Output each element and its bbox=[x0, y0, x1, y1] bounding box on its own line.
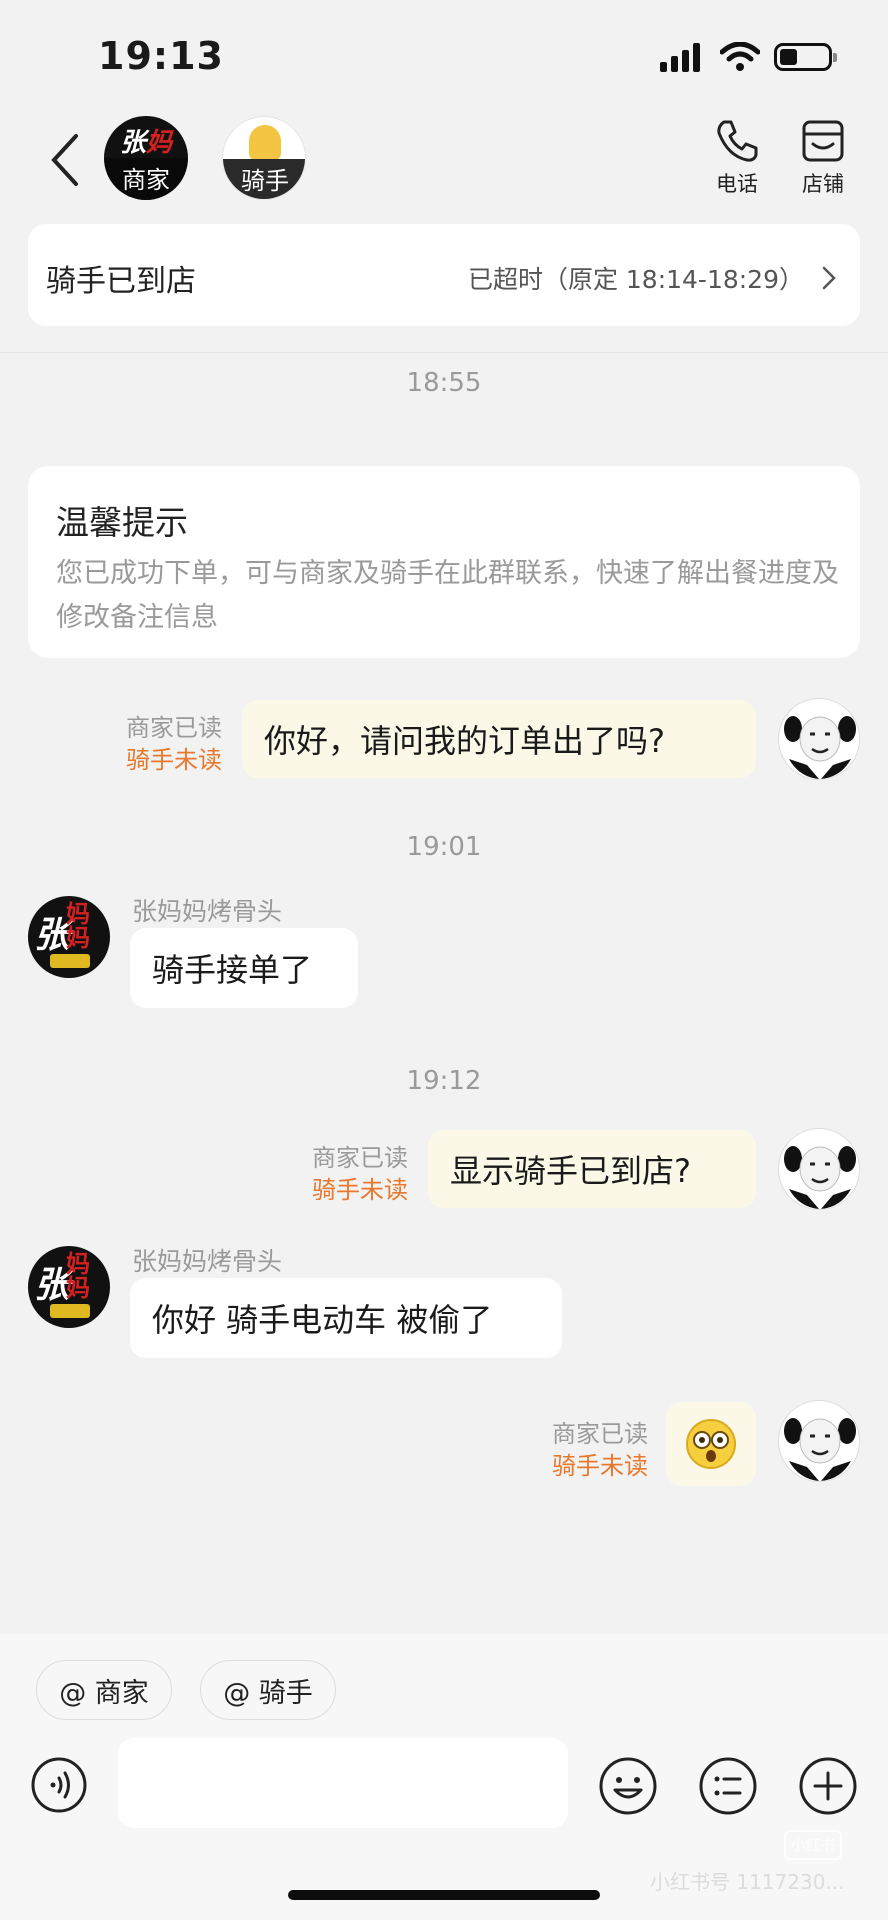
outgoing-message-bubble[interactable]: 你好，请问我的订单出了吗? bbox=[242, 700, 756, 778]
rider-helmet-icon bbox=[249, 125, 281, 161]
message-input[interactable] bbox=[118, 1738, 568, 1828]
merchant-read-status: 商家已读 bbox=[312, 1144, 408, 1172]
message-timestamp: 18:55 bbox=[406, 368, 482, 398]
home-indicator[interactable] bbox=[288, 1890, 600, 1900]
more-button[interactable] bbox=[798, 1756, 858, 1816]
status-time: 19:13 bbox=[98, 34, 224, 78]
store-icon bbox=[802, 120, 844, 162]
back-button[interactable] bbox=[46, 130, 86, 190]
merchant-read-status: 商家已读 bbox=[552, 1420, 648, 1448]
cellular-signal-icon bbox=[660, 43, 700, 72]
phone-button[interactable]: 电话 bbox=[704, 118, 770, 198]
voice-icon bbox=[31, 1757, 87, 1813]
wifi-icon bbox=[720, 42, 760, 71]
merchant-logo-accent: 妈妈 bbox=[66, 1249, 90, 1302]
merchant-avatar[interactable]: 张 妈妈 bbox=[28, 896, 110, 978]
message-text: 你好，请问我的订单出了吗? bbox=[264, 722, 665, 760]
watermark-id: 小红书号 1117230... bbox=[650, 1870, 845, 1894]
smiley-icon bbox=[599, 1757, 657, 1815]
tip-body: 您已成功下单，可与商家及骑手在此群联系，快速了解出餐进度及修改备注信息 bbox=[56, 558, 839, 633]
order-status-title: 骑手已到店 bbox=[46, 264, 196, 299]
panda-meme-avatar-icon bbox=[780, 1130, 859, 1209]
header-divider bbox=[0, 352, 888, 353]
status-icons bbox=[660, 42, 837, 72]
merchant-logo-char: 张 bbox=[34, 1264, 71, 1306]
message-timestamp: 19:12 bbox=[406, 1066, 482, 1096]
incoming-message-bubble[interactable]: 你好 骑手电动车 被偷了 bbox=[130, 1278, 562, 1358]
merchant-group-avatar[interactable]: 张妈 商家 bbox=[104, 116, 188, 200]
merchant-logo-char: 张 bbox=[34, 914, 71, 956]
order-timeout-text: 已超时（原定 18:14-18:29） bbox=[467, 265, 804, 294]
rider-group-avatar[interactable]: 骑手 bbox=[222, 116, 306, 200]
rider-unread-status: 骑手未读 bbox=[312, 1176, 408, 1204]
sender-name: 张妈妈烤骨头 bbox=[132, 897, 283, 926]
voice-input-button[interactable] bbox=[30, 1756, 88, 1814]
watermark-logo: 小红书 bbox=[784, 1830, 842, 1860]
read-receipt: 商家已读 骑手未读 bbox=[248, 1142, 408, 1206]
battery-icon bbox=[774, 43, 837, 71]
merchant-logo-tag bbox=[50, 954, 90, 968]
outgoing-message-bubble[interactable]: 显示骑手已到店? bbox=[428, 1130, 756, 1208]
merchant-read-status: 商家已读 bbox=[126, 714, 222, 742]
sender-name: 张妈妈烤骨头 bbox=[132, 1247, 283, 1276]
read-receipt: 商家已读 骑手未读 bbox=[488, 1418, 648, 1482]
panda-meme-avatar-icon bbox=[780, 1402, 859, 1481]
my-avatar[interactable] bbox=[778, 1400, 860, 1482]
plus-icon bbox=[799, 1757, 857, 1815]
mention-rider-chip[interactable]: @ 骑手 bbox=[200, 1660, 336, 1720]
read-receipt: 商家已读 骑手未读 bbox=[62, 712, 222, 776]
merchant-logo: 张妈 bbox=[119, 128, 173, 158]
merchant-logo-tag bbox=[50, 1304, 90, 1318]
tip-card: 温馨提示 您已成功下单，可与商家及骑手在此群联系，快速了解出餐进度及修改备注信息 bbox=[28, 466, 860, 658]
shop-label: 店铺 bbox=[802, 172, 844, 196]
merchant-avatar-label: 商家 bbox=[104, 158, 188, 200]
emoji-button[interactable] bbox=[598, 1756, 658, 1816]
mention-merchant-chip[interactable]: @ 商家 bbox=[36, 1660, 172, 1720]
rider-unread-status: 骑手未读 bbox=[552, 1452, 648, 1480]
shop-button[interactable]: 店铺 bbox=[790, 118, 856, 198]
chevron-left-icon bbox=[51, 134, 78, 186]
message-text: 显示骑手已到店? bbox=[450, 1152, 691, 1190]
tip-title: 温馨提示 bbox=[56, 503, 188, 542]
merchant-logo-accent: 妈妈 bbox=[66, 899, 90, 952]
phone-icon bbox=[717, 120, 758, 162]
panda-meme-avatar-icon bbox=[780, 700, 859, 779]
chevron-right-icon bbox=[822, 266, 836, 290]
my-avatar[interactable] bbox=[778, 1128, 860, 1210]
message-text: 骑手接单了 bbox=[152, 951, 313, 989]
rider-avatar-label: 骑手 bbox=[223, 159, 305, 199]
rider-unread-status: 骑手未读 bbox=[126, 746, 222, 774]
list-icon bbox=[699, 1757, 757, 1815]
merchant-avatar[interactable]: 张 妈妈 bbox=[28, 1246, 110, 1328]
order-status-card[interactable]: 骑手已到店 已超时（原定 18:14-18:29） bbox=[28, 224, 860, 326]
shocked-face-emoji-icon bbox=[686, 1419, 736, 1469]
my-avatar[interactable] bbox=[778, 698, 860, 780]
outgoing-emoji-bubble[interactable] bbox=[666, 1402, 756, 1486]
message-timestamp: 19:01 bbox=[406, 832, 482, 862]
order-status-detail: 已超时（原定 18:14-18:29） bbox=[468, 260, 836, 296]
phone-label: 电话 bbox=[716, 172, 758, 196]
quick-reply-button[interactable] bbox=[698, 1756, 758, 1816]
message-text: 你好 骑手电动车 被偷了 bbox=[152, 1301, 493, 1339]
incoming-message-bubble[interactable]: 骑手接单了 bbox=[130, 928, 358, 1008]
